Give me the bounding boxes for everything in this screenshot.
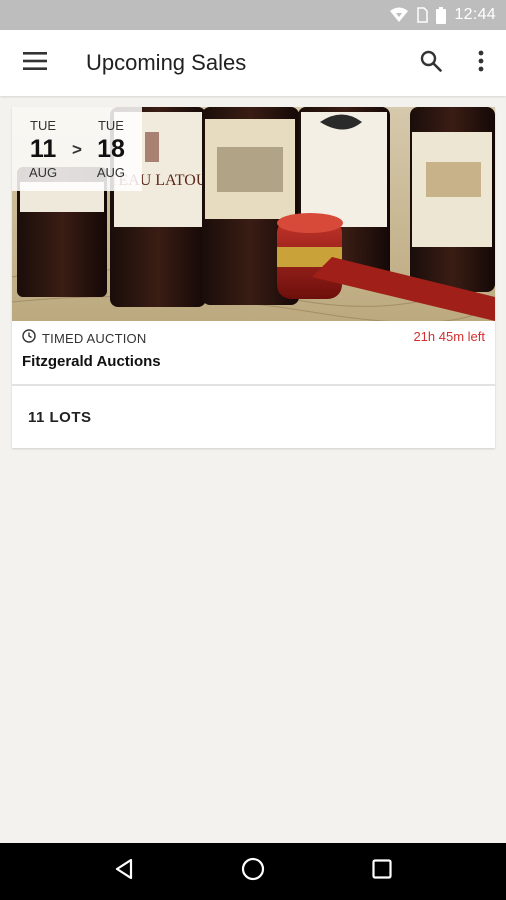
battery-icon bbox=[436, 6, 447, 24]
page-title: Upcoming Sales bbox=[86, 50, 247, 75]
status-bar: 12:44 bbox=[0, 0, 506, 30]
app-bar: Upcoming Sales bbox=[0, 30, 506, 96]
search-button[interactable] bbox=[406, 30, 456, 96]
sale-info: TIMED AUCTION 21h 45m left Fitzgerald Au… bbox=[12, 321, 495, 384]
sale-card[interactable]: TEAU LATOU TUE 11 AUG > TUE 18 AUG TIMED… bbox=[12, 107, 495, 448]
auctioneer-name: Fitzgerald Auctions bbox=[22, 353, 161, 370]
start-month: AUG bbox=[28, 165, 58, 180]
search-icon bbox=[420, 50, 442, 77]
end-day: TUE bbox=[97, 118, 124, 133]
time-left: 21h 45m left bbox=[413, 329, 485, 344]
end-date: TUE 18 AUG bbox=[88, 118, 134, 180]
start-date: TUE 11 AUG bbox=[20, 118, 66, 180]
end-month: AUG bbox=[96, 165, 126, 180]
recents-icon bbox=[372, 859, 392, 884]
status-time: 12:44 bbox=[454, 6, 496, 23]
wifi-icon bbox=[390, 7, 409, 23]
date-separator: > bbox=[72, 140, 82, 159]
more-vert-icon bbox=[478, 50, 484, 77]
back-icon bbox=[114, 858, 134, 885]
clock-icon bbox=[22, 328, 36, 348]
menu-icon bbox=[23, 51, 47, 75]
start-day: TUE bbox=[30, 118, 57, 133]
start-date-number: 11 bbox=[29, 135, 57, 163]
navigation-bar bbox=[0, 843, 506, 900]
overflow-menu-button[interactable] bbox=[456, 30, 506, 96]
back-button[interactable] bbox=[94, 843, 154, 900]
sale-date-range: TUE 11 AUG > TUE 18 AUG bbox=[12, 107, 142, 191]
lots-button[interactable]: 11 LOTS bbox=[12, 386, 495, 448]
home-button[interactable] bbox=[223, 843, 283, 900]
menu-button[interactable] bbox=[0, 30, 70, 96]
home-icon bbox=[241, 857, 265, 886]
auction-type: TIMED AUCTION bbox=[42, 330, 147, 346]
end-date-number: 18 bbox=[97, 135, 125, 163]
sale-image[interactable]: TEAU LATOU TUE 11 AUG > TUE 18 AUG bbox=[12, 107, 495, 321]
sim-icon bbox=[416, 7, 429, 23]
recents-button[interactable] bbox=[352, 843, 412, 900]
lots-count: 11 LOTS bbox=[28, 408, 92, 426]
